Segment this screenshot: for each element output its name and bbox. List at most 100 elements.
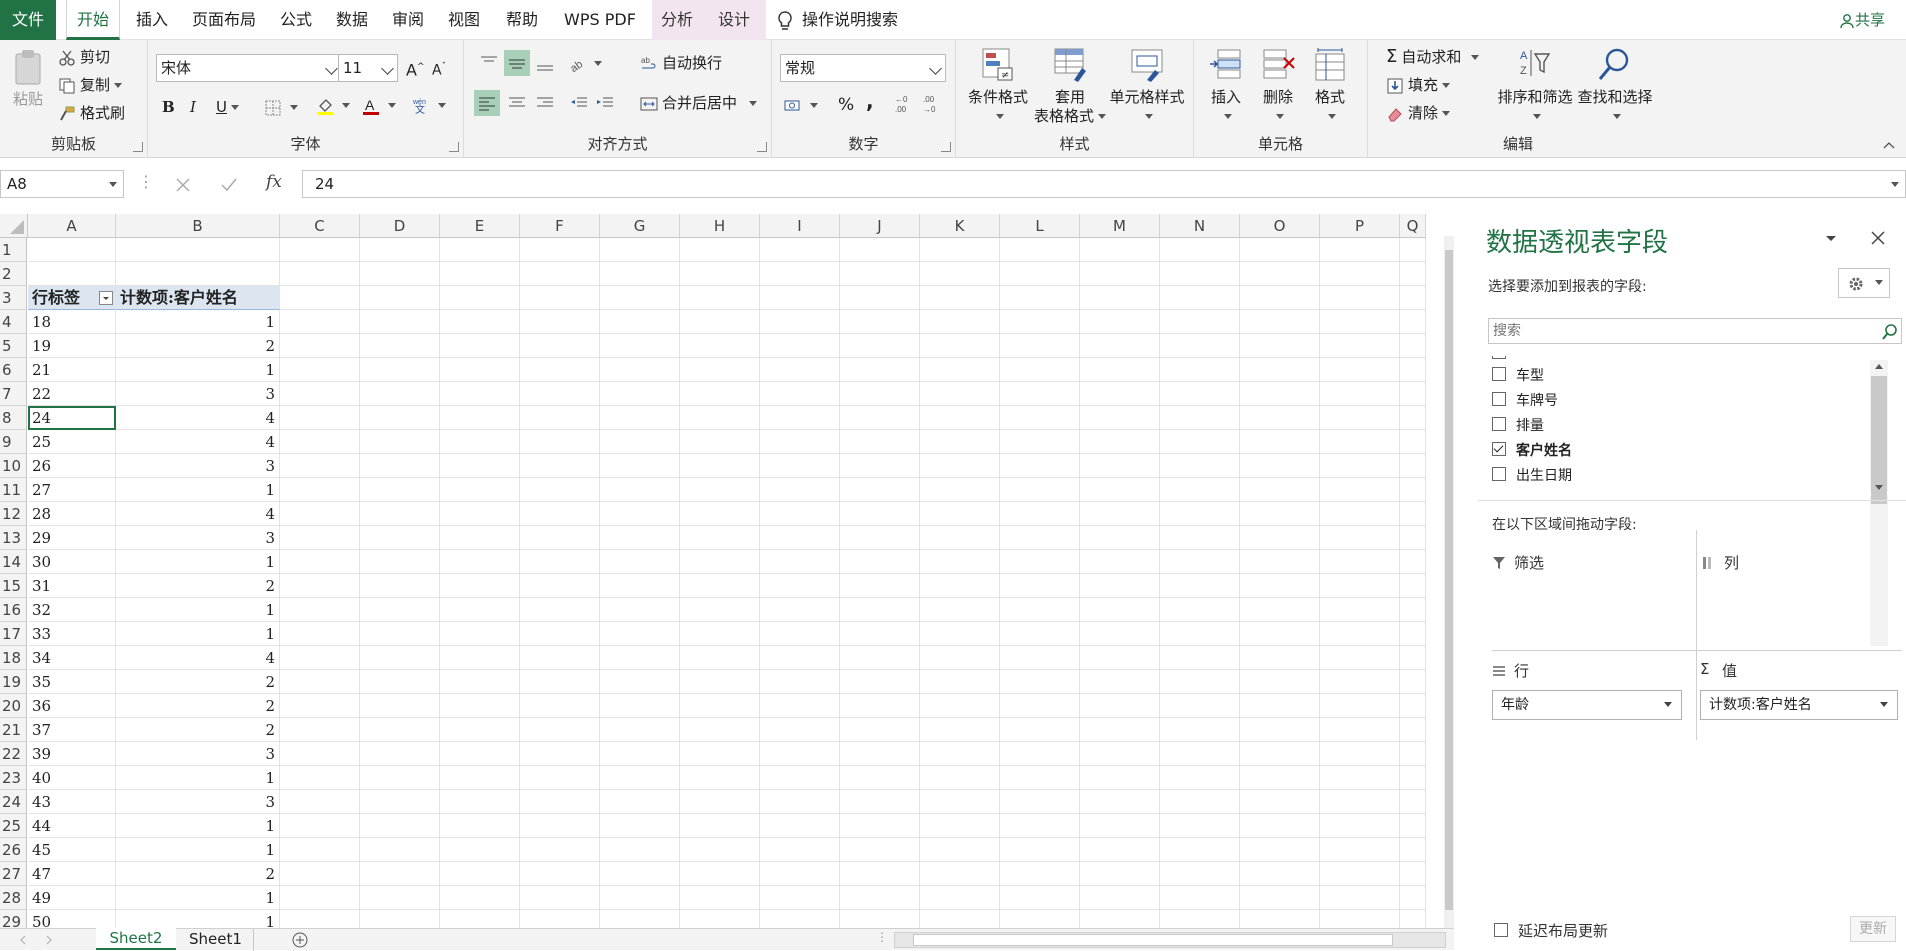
cell-g23[interactable] — [600, 766, 680, 790]
cell-q11[interactable] — [1400, 478, 1426, 502]
cell-n17[interactable] — [1160, 622, 1240, 646]
cell-q25[interactable] — [1400, 814, 1426, 838]
cell-h1[interactable] — [680, 238, 760, 262]
cell-i25[interactable] — [760, 814, 840, 838]
share-button[interactable]: 共享 — [1826, 0, 1898, 40]
field-checkbox[interactable] — [1492, 367, 1506, 381]
row-header-26[interactable]: 26 — [0, 838, 27, 862]
cell-i23[interactable] — [760, 766, 840, 790]
expand-formula-icon[interactable] — [1891, 182, 1899, 187]
cell-a9[interactable]: 25 — [28, 430, 116, 454]
cell-p19[interactable] — [1320, 670, 1400, 694]
cell-j17[interactable] — [840, 622, 920, 646]
cell-n22[interactable] — [1160, 742, 1240, 766]
cell-m10[interactable] — [1080, 454, 1160, 478]
cell-c12[interactable] — [280, 502, 360, 526]
cell-d20[interactable] — [360, 694, 440, 718]
field-item[interactable]: 客户姓名 — [1492, 439, 1572, 463]
cell-h20[interactable] — [680, 694, 760, 718]
cell-h25[interactable] — [680, 814, 760, 838]
cell-q17[interactable] — [1400, 622, 1426, 646]
cell-o26[interactable] — [1240, 838, 1320, 862]
tab-review[interactable]: 审阅 — [384, 0, 432, 40]
vertical-scrollbar[interactable] — [1444, 236, 1454, 936]
clear-dropdown-icon[interactable] — [1442, 111, 1451, 116]
cell-a25[interactable]: 44 — [28, 814, 116, 838]
cell-j15[interactable] — [840, 574, 920, 598]
cell-g8[interactable] — [600, 406, 680, 430]
cell-c6[interactable] — [280, 358, 360, 382]
cell-f20[interactable] — [520, 694, 600, 718]
cell-g25[interactable] — [600, 814, 680, 838]
cell-j18[interactable] — [840, 646, 920, 670]
cell-m9[interactable] — [1080, 430, 1160, 454]
cell-e12[interactable] — [440, 502, 520, 526]
cell-f14[interactable] — [520, 550, 600, 574]
conditional-formatting-button[interactable]: ≠ 条件格式 — [962, 46, 1034, 126]
cell-c13[interactable] — [280, 526, 360, 550]
cell-i16[interactable] — [760, 598, 840, 622]
cell-p8[interactable] — [1320, 406, 1400, 430]
cell-d10[interactable] — [360, 454, 440, 478]
search-icon[interactable] — [1881, 323, 1899, 341]
cell-n24[interactable] — [1160, 790, 1240, 814]
tab-split-grip-icon[interactable]: ⋮ — [876, 930, 888, 944]
cell-i5[interactable] — [760, 334, 840, 358]
cell-b10[interactable]: 3 — [116, 454, 280, 478]
cell-g22[interactable] — [600, 742, 680, 766]
cell-j9[interactable] — [840, 430, 920, 454]
cell-n15[interactable] — [1160, 574, 1240, 598]
horizontal-scrollbar[interactable] — [894, 932, 1446, 948]
cancel-icon[interactable] — [174, 176, 192, 194]
cell-o19[interactable] — [1240, 670, 1320, 694]
cell-e19[interactable] — [440, 670, 520, 694]
cell-l1[interactable] — [1000, 238, 1080, 262]
cell-k21[interactable] — [920, 718, 1000, 742]
cell-k19[interactable] — [920, 670, 1000, 694]
cell-h8[interactable] — [680, 406, 760, 430]
cell-i10[interactable] — [760, 454, 840, 478]
cell-h28[interactable] — [680, 886, 760, 910]
cell-c24[interactable] — [280, 790, 360, 814]
fill-color-button[interactable] — [316, 94, 350, 116]
align-center-icon[interactable] — [506, 92, 528, 114]
column-header-q[interactable]: Q — [1400, 214, 1426, 238]
cell-j23[interactable] — [840, 766, 920, 790]
cell-l5[interactable] — [1000, 334, 1080, 358]
cell-n8[interactable] — [1160, 406, 1240, 430]
cell-p23[interactable] — [1320, 766, 1400, 790]
cell-j26[interactable] — [840, 838, 920, 862]
decrease-font-button[interactable]: Aˇ — [432, 56, 446, 82]
column-header-c[interactable]: C — [280, 214, 360, 238]
underline-button[interactable]: U — [216, 96, 239, 118]
cell-d12[interactable] — [360, 502, 440, 526]
cell-a26[interactable]: 45 — [28, 838, 116, 862]
cell-b9[interactable]: 4 — [116, 430, 280, 454]
cell-d7[interactable] — [360, 382, 440, 406]
cell-p14[interactable] — [1320, 550, 1400, 574]
row-header-17[interactable]: 17 — [0, 622, 27, 646]
cell-g10[interactable] — [600, 454, 680, 478]
cell-a28[interactable]: 49 — [28, 886, 116, 910]
close-icon[interactable] — [1870, 230, 1886, 246]
cell-p28[interactable] — [1320, 886, 1400, 910]
align-bottom-icon[interactable] — [534, 52, 556, 74]
increase-indent-icon[interactable] — [594, 92, 616, 114]
cell-c26[interactable] — [280, 838, 360, 862]
cell-p15[interactable] — [1320, 574, 1400, 598]
column-header-m[interactable]: M — [1080, 214, 1160, 238]
cell-k16[interactable] — [920, 598, 1000, 622]
cell-f2[interactable] — [520, 262, 600, 286]
autosum-button[interactable]: Σ 自动求和 — [1386, 46, 1480, 68]
row-header-13[interactable]: 13 — [0, 526, 27, 550]
cell-q28[interactable] — [1400, 886, 1426, 910]
cell-k6[interactable] — [920, 358, 1000, 382]
cell-m22[interactable] — [1080, 742, 1160, 766]
cell-m14[interactable] — [1080, 550, 1160, 574]
cell-k15[interactable] — [920, 574, 1000, 598]
cell-k28[interactable] — [920, 886, 1000, 910]
cell-c3[interactable] — [280, 286, 360, 310]
format-cells-button[interactable]: 格式 — [1306, 46, 1354, 126]
cell-l11[interactable] — [1000, 478, 1080, 502]
cell-d19[interactable] — [360, 670, 440, 694]
